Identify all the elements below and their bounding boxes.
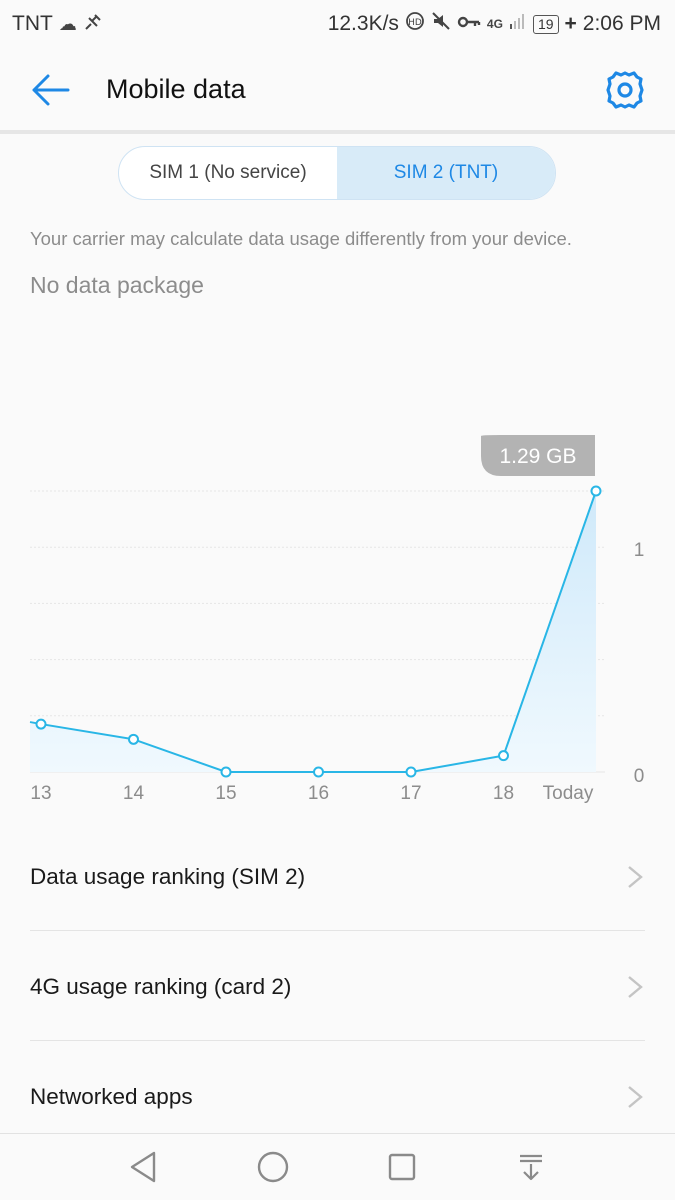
back-button[interactable] xyxy=(28,68,76,112)
chart-y-tick-label: 1 xyxy=(634,540,645,561)
chart-x-tick-label: 17 xyxy=(400,783,421,804)
app-bar-divider xyxy=(0,130,675,134)
data-usage-chart-svg: 13 14 15 16 17 18 Today 1 0 1.29 GB xyxy=(29,435,645,804)
chart-point xyxy=(590,485,602,497)
chart-point xyxy=(220,766,232,778)
network-type: 4G xyxy=(486,16,503,31)
network-speed: 12.3K/s xyxy=(327,12,399,35)
svg-text:HD: HD xyxy=(408,18,422,28)
list-item-label: 4G usage ranking (card 2) xyxy=(30,974,292,999)
chart-x-tick-label: 18 xyxy=(493,783,514,804)
gear-icon xyxy=(606,71,644,109)
signal-icon xyxy=(509,12,527,36)
settings-button[interactable] xyxy=(603,68,647,112)
chart-x-tick-label: 14 xyxy=(123,783,145,804)
chart-point xyxy=(313,766,324,778)
nav-back-button[interactable] xyxy=(119,1142,169,1192)
chart-point xyxy=(35,718,47,730)
chart-area xyxy=(30,491,596,772)
list-item-data-usage-ranking[interactable]: Data usage ranking (SIM 2) xyxy=(30,822,645,932)
list-item-4g-usage-ranking[interactable]: 4G usage ranking (card 2) xyxy=(30,932,645,1042)
app-bar: Mobile data xyxy=(0,48,675,132)
sim-selector: SIM 1 (No service) SIM 2 (TNT) xyxy=(118,146,556,200)
chevron-right-icon xyxy=(628,866,643,888)
chart-y-tick-label: 0 xyxy=(634,766,645,787)
nav-home-button[interactable] xyxy=(248,1142,298,1192)
charging-plus: + xyxy=(564,12,577,35)
list-item-label: Data usage ranking (SIM 2) xyxy=(30,864,306,889)
back-arrow-icon xyxy=(32,74,70,106)
navigation-bar xyxy=(0,1133,675,1200)
chevron-right-icon xyxy=(628,976,643,998)
tab-sim-2[interactable]: SIM 2 (TNT) xyxy=(337,147,555,199)
back-icon xyxy=(131,1151,156,1183)
notifications-pull-icon xyxy=(519,1154,542,1181)
home-icon xyxy=(257,1151,289,1183)
vpn-key-icon xyxy=(457,12,481,36)
tab-sim-1[interactable]: SIM 1 (No service) xyxy=(119,147,337,199)
list-item-label: Networked apps xyxy=(30,1084,193,1109)
chart-x-tick-label: Today xyxy=(543,783,594,804)
chevron-right-icon xyxy=(628,1086,643,1108)
chart-callout-label: 1.29 GB xyxy=(499,445,576,468)
data-package-status: No data package xyxy=(30,272,204,298)
chart-point xyxy=(405,766,417,778)
data-usage-chart: 13 14 15 16 17 18 Today 1 0 1.29 GB xyxy=(0,420,675,820)
cloud-icon: ☁ xyxy=(58,13,77,34)
list-divider xyxy=(30,1040,645,1041)
chart-series-line xyxy=(29,490,597,773)
nav-notifications-button[interactable] xyxy=(506,1142,556,1192)
page-title: Mobile data xyxy=(106,74,246,104)
hd-call-icon: HD xyxy=(405,11,425,37)
clock: 2:06 PM xyxy=(582,12,661,35)
chart-x-tick-label: 16 xyxy=(308,783,329,804)
carrier-name: TNT xyxy=(12,12,53,35)
recents-icon xyxy=(388,1153,416,1181)
carrier-note: Your carrier may calculate data usage di… xyxy=(30,228,572,249)
chart-point xyxy=(498,750,509,762)
list-divider xyxy=(30,930,645,931)
chart-x-tick-label: 13 xyxy=(30,783,51,804)
battery-icon: 19 xyxy=(532,14,559,34)
status-bar: TNT ☁ 12.3K/s HD 4G 19 + 2:06 PM xyxy=(0,0,675,48)
chart-x-tick-label: 15 xyxy=(215,783,236,804)
chart-point xyxy=(128,733,139,745)
satellite-icon xyxy=(83,12,103,37)
nav-recents-button[interactable] xyxy=(377,1142,427,1192)
mute-icon xyxy=(431,11,451,37)
